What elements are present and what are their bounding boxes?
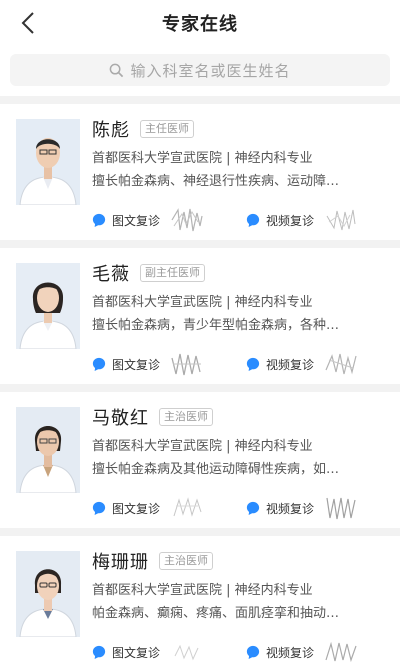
doctor-hospital: 首都医科大学宣武医院 | 神经内科专业 <box>92 151 313 166</box>
scribble-mark <box>325 353 357 375</box>
search-icon <box>110 63 124 77</box>
doctor-avatar <box>16 551 80 637</box>
doctor-specialty: 擅长帕金森病、神经退行性疾病、运动障… <box>92 174 340 189</box>
chat-bubble-icon <box>92 501 106 515</box>
text-consult-button[interactable]: 图文复诊 <box>92 206 204 234</box>
doctor-title-badge: 副主任医师 <box>140 264 205 282</box>
video-bubble-icon <box>246 213 260 227</box>
service-label: 视频复诊 <box>266 357 315 372</box>
search-input[interactable]: 输入科室名或医生姓名 <box>10 54 390 86</box>
chevron-left-icon <box>21 12 34 34</box>
service-label: 视频复诊 <box>266 645 315 660</box>
page-title: 专家在线 <box>162 14 238 35</box>
doctor-card[interactable]: 毛薇 副主任医师 首都医科大学宣武医院 | 神经内科专业 擅长帕金森病，青少年型… <box>0 248 400 384</box>
doctor-card[interactable]: 陈彪 主任医师 首都医科大学宣武医院 | 神经内科专业 擅长帕金森病、神经退行性… <box>0 104 400 240</box>
doctor-name: 马敬红 <box>92 408 149 429</box>
doctor-name: 梅珊珊 <box>92 552 149 573</box>
text-consult-button[interactable]: 图文复诊 <box>92 638 204 666</box>
doctor-avatar <box>16 119 80 205</box>
doctor-card[interactable]: 梅珊珊 主治医师 首都医科大学宣武医院 | 神经内科专业 帕金森病、癫痫、疼痛、… <box>0 536 400 670</box>
search-bar-container: 输入科室名或医生姓名 <box>0 46 400 96</box>
doctor-avatar <box>16 407 80 493</box>
back-button[interactable] <box>14 9 42 37</box>
doctor-name: 陈彪 <box>92 120 130 141</box>
doctor-specialty: 擅长帕金森病及其他运动障碍性疾病，如… <box>92 462 340 477</box>
doctor-title-badge: 主治医师 <box>159 552 213 570</box>
video-consult-button[interactable]: 视频复诊 <box>246 638 358 666</box>
doctor-title-badge: 主治医师 <box>159 408 213 426</box>
doctor-card[interactable]: 马敬红 主治医师 首都医科大学宣武医院 | 神经内科专业 擅长帕金森病及其他运动… <box>0 392 400 528</box>
scribble-mark <box>326 497 356 520</box>
doctor-avatar <box>16 263 80 349</box>
scribble-mark <box>171 208 203 232</box>
video-bubble-icon <box>246 645 260 659</box>
doctor-hospital: 首都医科大学宣武医院 | 神经内科专业 <box>92 295 313 310</box>
top-nav-bar: 专家在线 <box>0 0 400 46</box>
doctor-hospital: 首都医科大学宣武医院 | 神经内科专业 <box>92 439 313 454</box>
chat-bubble-icon <box>92 357 106 371</box>
doctor-hospital: 首都医科大学宣武医院 | 神经内科专业 <box>92 583 313 598</box>
service-label: 图文复诊 <box>112 645 161 660</box>
scribble-mark <box>326 209 356 231</box>
text-consult-button[interactable]: 图文复诊 <box>92 494 204 522</box>
doctor-name: 毛薇 <box>92 264 130 285</box>
scribble-mark <box>174 644 199 661</box>
service-label: 图文复诊 <box>112 357 161 372</box>
doctor-list: 陈彪 主任医师 首都医科大学宣武医院 | 神经内科专业 擅长帕金森病、神经退行性… <box>0 104 400 670</box>
service-options: 图文复诊 视频复诊 <box>92 353 358 376</box>
doctor-title-badge: 主任医师 <box>140 120 194 138</box>
video-consult-button[interactable]: 视频复诊 <box>246 206 358 234</box>
text-consult-button[interactable]: 图文复诊 <box>92 350 204 378</box>
service-options: 图文复诊 视频复诊 <box>92 208 358 232</box>
service-label: 视频复诊 <box>266 213 315 228</box>
service-label: 图文复诊 <box>112 213 161 228</box>
scribble-mark <box>173 497 202 517</box>
chat-bubble-icon <box>92 213 106 227</box>
chat-bubble-icon <box>92 645 106 659</box>
doctor-specialty: 帕金森病、癫痫、疼痛、面肌痉挛和抽动… <box>92 606 340 621</box>
doctor-specialty: 擅长帕金森病，青少年型帕金森病，各种… <box>92 318 340 333</box>
service-label: 图文复诊 <box>112 501 161 516</box>
service-label: 视频复诊 <box>266 501 315 516</box>
video-bubble-icon <box>246 357 260 371</box>
scribble-mark <box>171 353 202 376</box>
video-bubble-icon <box>246 501 260 515</box>
service-options: 图文复诊 视频复诊 <box>92 641 358 663</box>
video-consult-button[interactable]: 视频复诊 <box>246 494 358 522</box>
service-options: 图文复诊 视频复诊 <box>92 497 358 520</box>
search-placeholder: 输入科室名或医生姓名 <box>130 61 291 80</box>
scribble-mark <box>325 641 357 663</box>
video-consult-button[interactable]: 视频复诊 <box>246 350 358 378</box>
